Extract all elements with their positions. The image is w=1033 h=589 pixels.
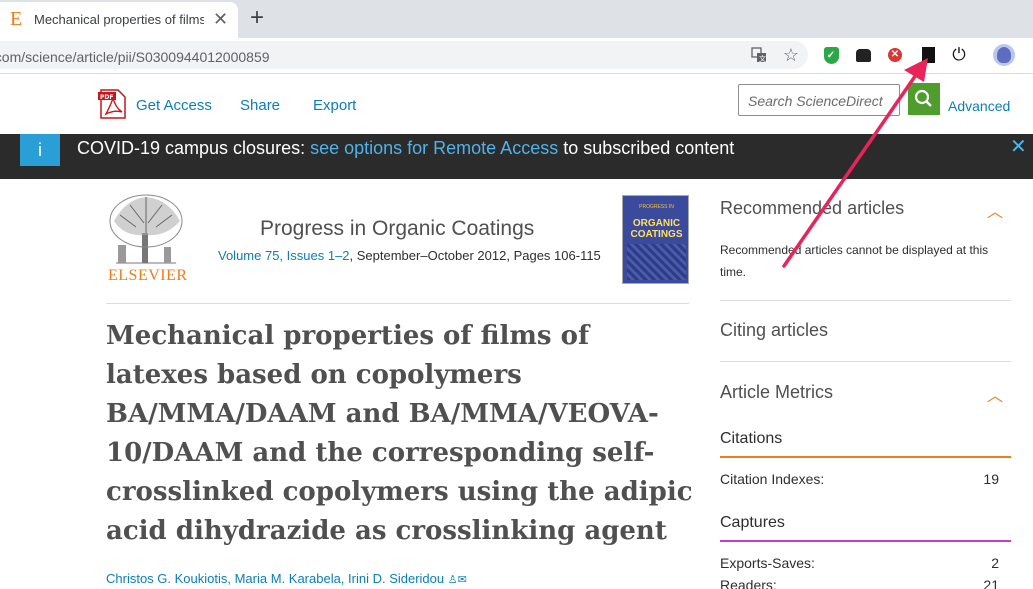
elsevier-favicon-icon: E — [10, 8, 23, 30]
cover-graphic — [627, 244, 686, 280]
journal-title[interactable]: Progress in Organic Coatings — [260, 217, 534, 241]
translate-icon[interactable]: 文 — [749, 45, 769, 65]
captures-bar — [720, 540, 1011, 542]
banner-text-after: to subscribed content — [558, 138, 735, 158]
citing-articles-heading[interactable]: Citing articles — [720, 320, 828, 341]
advanced-search-link[interactable]: Advanced — [948, 98, 1010, 114]
sciencedirect-header: PDF Get Access Share Export Search Scien… — [0, 75, 1033, 134]
cover-top-text: PROGRESS IN — [639, 204, 674, 210]
tab-title: Mechanical properties of films of latexe… — [34, 12, 204, 27]
citation-indexes-label: Citation Indexes: — [720, 471, 825, 487]
power-extension-icon[interactable]: ⏻ — [949, 45, 969, 65]
browser-tab-bar: E Mechanical properties of films of late… — [0, 0, 1033, 38]
shield-extension-icon[interactable]: ✓ — [821, 45, 841, 65]
remote-access-link[interactable]: see options for Remote Access — [310, 138, 558, 158]
exports-saves-label: Exports-Saves: — [720, 555, 815, 571]
citation-indexes-value: 19 — [983, 471, 999, 487]
address-bar[interactable]: ct.com/science/article/pii/S030094401200… — [0, 41, 808, 69]
elsevier-wordmark: ELSEVIER — [108, 267, 188, 284]
journal-meta: Volume 75, Issues 1–2, September–October… — [218, 248, 601, 263]
get-access-link[interactable]: Get Access — [136, 97, 212, 114]
pdf-icon[interactable]: PDF — [98, 88, 128, 120]
window-extension-icon[interactable] — [917, 45, 937, 65]
search-input[interactable]: Search ScienceDirect — [738, 84, 900, 116]
authors-list[interactable]: Christos G. Koukiotis, Maria M. Karabela… — [106, 571, 467, 586]
svg-text:PDF: PDF — [100, 94, 113, 101]
authors-text[interactable]: Christos G. Koukiotis, Maria M. Karabela… — [106, 571, 444, 586]
share-link[interactable]: Share — [240, 97, 280, 114]
new-tab-button[interactable]: + — [250, 4, 264, 32]
recommended-note: Recommended articles cannot be displayed… — [720, 243, 989, 279]
collapse-metrics-icon[interactable]: ︿ — [987, 382, 1003, 406]
ghost-extension-icon[interactable] — [853, 45, 873, 65]
banner-close-icon[interactable]: ✕ — [1010, 134, 1027, 159]
exports-saves-value: 2 — [991, 555, 999, 571]
collapse-recommended-icon[interactable]: ︿ — [987, 198, 1003, 222]
readers-value: 21 — [983, 577, 999, 589]
divider — [720, 300, 1011, 301]
info-icon: i — [20, 134, 60, 166]
export-link[interactable]: Export — [313, 97, 356, 114]
divider — [106, 303, 689, 304]
journal-details: , September–October 2012, Pages 106-115 — [349, 248, 601, 263]
bookmark-star-icon[interactable]: ☆ — [781, 45, 801, 65]
article-metrics-heading[interactable]: Article Metrics — [720, 382, 833, 403]
person-icon: ♙ — [447, 574, 458, 586]
recommended-articles-heading[interactable]: Recommended articles — [720, 198, 904, 219]
readers-label: Readers: — [720, 577, 777, 589]
banner-text-before: COVID-19 campus closures: — [77, 138, 311, 158]
citations-heading: Citations — [720, 430, 783, 447]
covid-banner: i COVID-19 campus closures: see options … — [0, 134, 1033, 179]
divider — [720, 361, 1011, 362]
svg-text:文: 文 — [759, 54, 766, 63]
search-button[interactable] — [908, 83, 940, 115]
article-title: Mechanical properties of films of latexe… — [106, 321, 693, 546]
close-tab-icon[interactable]: ✕ — [213, 9, 228, 30]
block-extension-icon[interactable]: ✕ — [885, 45, 905, 65]
citations-bar — [720, 456, 1011, 458]
banner-text: COVID-19 campus closures: see options fo… — [77, 138, 734, 159]
url-text[interactable]: ct.com/science/article/pii/S030094401200… — [0, 49, 270, 65]
journal-cover-image[interactable]: PROGRESS IN ORGANIC COATINGS — [622, 195, 689, 284]
captures-heading: Captures — [720, 514, 785, 531]
profile-avatar[interactable] — [993, 44, 1015, 66]
volume-link[interactable]: Volume 75, Issues 1–2 — [218, 248, 350, 263]
cover-journal-name: ORGANIC COATINGS — [630, 218, 683, 240]
search-icon — [914, 89, 932, 107]
envelope-icon[interactable]: ✉ — [458, 574, 467, 586]
browser-tab[interactable]: E Mechanical properties of films of late… — [0, 2, 238, 38]
browser-toolbar: ct.com/science/article/pii/S030094401200… — [0, 38, 1033, 74]
